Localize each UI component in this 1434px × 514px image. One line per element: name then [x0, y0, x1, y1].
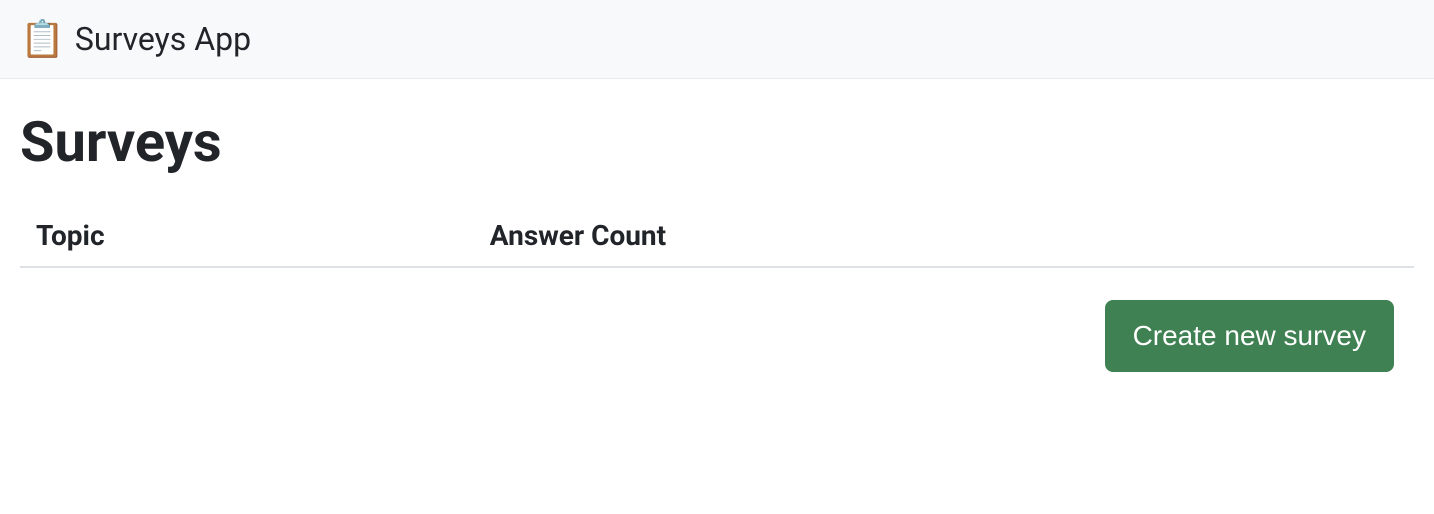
- table-header-row: Topic Answer Count: [20, 205, 1414, 267]
- surveys-table: Topic Answer Count: [20, 205, 1414, 268]
- navbar: 📋 Surveys App: [0, 0, 1434, 79]
- main-container: Surveys Topic Answer Count Create new su…: [0, 79, 1434, 392]
- brand-label: Surveys App: [75, 20, 251, 58]
- column-header-topic: Topic: [20, 205, 474, 267]
- navbar-brand[interactable]: 📋 Surveys App: [20, 20, 251, 58]
- column-header-answer-count: Answer Count: [474, 205, 1414, 267]
- actions-bar: Create new survey: [20, 300, 1414, 372]
- create-survey-button[interactable]: Create new survey: [1105, 300, 1394, 372]
- page-title: Surveys: [20, 109, 1414, 175]
- clipboard-icon: 📋: [20, 21, 65, 57]
